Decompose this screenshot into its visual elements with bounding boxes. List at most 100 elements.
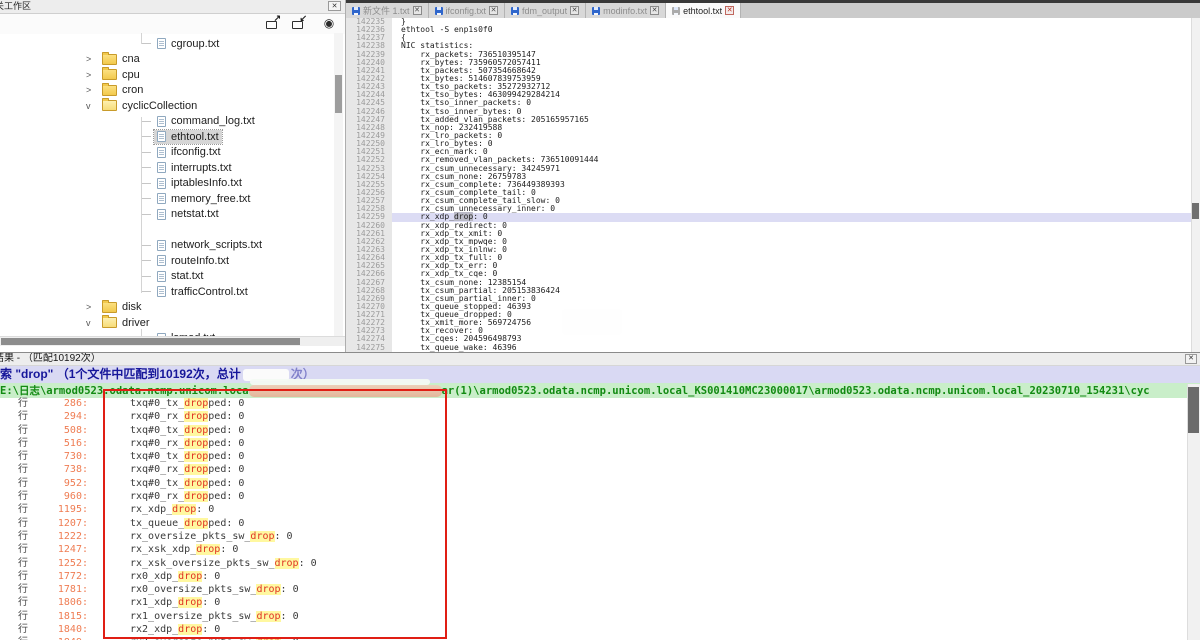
- result-row[interactable]: 行 1222: rx_oversize_pkts_sw_drop: 0: [0, 530, 1186, 543]
- row-line-prefix: 行: [18, 424, 32, 437]
- result-row[interactable]: 行 960: rxq#0_rx_dropped: 0: [0, 490, 1186, 503]
- tree-item[interactable]: iptablesInfo.txt: [0, 176, 333, 192]
- document-tab[interactable]: fdm_output ✕: [505, 3, 586, 18]
- row-line-prefix: 行: [18, 410, 32, 423]
- result-row[interactable]: 行 952: txq#0_tx_dropped: 0: [0, 477, 1186, 490]
- workspace-close-icon[interactable]: ✕: [328, 1, 341, 11]
- row-line-prefix: 行: [18, 490, 32, 503]
- result-row[interactable]: 行 516: rxq#0_rx_dropped: 0: [0, 437, 1186, 450]
- tree-item-body[interactable]: ifconfig.txt: [154, 145, 224, 159]
- editor-vertical-scrollbar-thumb[interactable]: [1192, 203, 1199, 219]
- tree-item-body[interactable]: netstat.txt: [154, 207, 222, 221]
- tree-item[interactable]: netstat.txt: [0, 207, 333, 223]
- document-tab[interactable]: ifconfig.txt ✕: [429, 3, 506, 18]
- code-editor[interactable]: 142235 } 142236 ethtool -S enp1s0f0 1422…: [346, 18, 1191, 352]
- file-icon: [157, 147, 166, 158]
- result-row[interactable]: 行 1815: rx1_oversize_pkts_sw_drop: 0: [0, 610, 1186, 623]
- editor-vertical-scrollbar[interactable]: [1191, 18, 1200, 352]
- tree-item[interactable]: stat.txt: [0, 269, 333, 285]
- chevron-icon[interactable]: v: [86, 318, 99, 328]
- tree-item[interactable]: v driver: [0, 315, 333, 331]
- tree-item[interactable]: v cyclicCollection: [0, 98, 333, 114]
- chevron-icon[interactable]: >: [86, 70, 99, 80]
- tab-close-icon[interactable]: ✕: [413, 6, 422, 15]
- tree-item[interactable]: interrupts.txt: [0, 160, 333, 176]
- chevron-icon[interactable]: >: [86, 54, 99, 64]
- result-row[interactable]: 行 1207: tx_queue_dropped: 0: [0, 517, 1186, 530]
- result-row[interactable]: 行 1806: rx1_xdp_drop: 0: [0, 596, 1186, 609]
- tab-close-icon[interactable]: ✕: [725, 6, 734, 15]
- tree-item-body[interactable]: command_log.txt: [154, 114, 258, 128]
- tree-item-body[interactable]: cyclicCollection: [99, 99, 200, 113]
- tree-item-body[interactable]: memory_free.txt: [154, 192, 253, 206]
- tree-item-body[interactable]: driver: [99, 316, 153, 330]
- search-summary-line[interactable]: 索 "drop" （1个文件中匹配到10192次，总计次）: [0, 366, 1200, 383]
- tab-close-icon[interactable]: ✕: [570, 6, 579, 15]
- tree-item-body[interactable]: iptablesInfo.txt: [154, 176, 245, 190]
- tree-item[interactable]: cgroup.txt: [0, 36, 333, 52]
- tree-item-body[interactable]: cron: [99, 83, 146, 97]
- tree-item-body[interactable]: stat.txt: [154, 269, 206, 283]
- result-row[interactable]: 行 508: txq#0_tx_dropped: 0: [0, 424, 1186, 437]
- result-row[interactable]: 行 738: rxq#0_rx_dropped: 0: [0, 463, 1186, 476]
- result-row[interactable]: 行 294: rxq#0_rx_dropped: 0: [0, 410, 1186, 423]
- tree-item-body[interactable]: network_scripts.txt: [154, 238, 265, 252]
- tree-item[interactable]: > cpu: [0, 67, 333, 83]
- tree-item[interactable]: routeInfo.txt: [0, 253, 333, 269]
- tab-bar: 新文件 1.txt ✕ ifconfig.txt ✕ fdm_output ✕ …: [346, 3, 1200, 18]
- tree-item[interactable]: > cron: [0, 83, 333, 99]
- result-row[interactable]: 行 1195: rx_xdp_drop: 0: [0, 503, 1186, 516]
- file-icon: [157, 116, 166, 127]
- chevron-icon[interactable]: v: [86, 101, 99, 111]
- document-tab[interactable]: 新文件 1.txt ✕: [346, 3, 429, 18]
- tree-item-body[interactable]: cgroup.txt: [154, 37, 222, 51]
- results-close-icon[interactable]: ✕: [1185, 354, 1197, 364]
- result-row[interactable]: 行 1840: rx2_xdp_drop: 0: [0, 623, 1186, 636]
- row-line-prefix: 行: [18, 463, 32, 476]
- result-row[interactable]: 行 286: txq#0_tx_dropped: 0: [0, 397, 1186, 410]
- result-row[interactable]: 行 1849: rx2_oversize_pkts_sw_drop: 0: [0, 636, 1186, 640]
- tree-vertical-scrollbar-thumb[interactable]: [335, 75, 342, 113]
- tree-item[interactable]: trafficControl.txt: [0, 284, 333, 300]
- tree-item[interactable]: [0, 222, 333, 238]
- result-row[interactable]: 行 1252: rx_xsk_oversize_pkts_sw_drop: 0: [0, 557, 1186, 570]
- tree-item[interactable]: network_scripts.txt: [0, 238, 333, 254]
- tree-item-body[interactable]: cna: [99, 52, 143, 66]
- collapse-all-icon[interactable]: ↙: [291, 17, 307, 30]
- results-vertical-scrollbar-thumb[interactable]: [1188, 387, 1199, 433]
- row-text-post: ped: 0: [208, 398, 244, 409]
- tab-close-icon[interactable]: ✕: [489, 6, 498, 15]
- chevron-icon[interactable]: >: [86, 85, 99, 95]
- code-text: tx_queue_wake: 46396: [392, 344, 1191, 352]
- tree-item-body[interactable]: cpu: [99, 68, 143, 82]
- tree-item[interactable]: ethtool.txt: [0, 129, 333, 145]
- chevron-icon[interactable]: >: [86, 302, 99, 312]
- tree-item[interactable]: > cna: [0, 52, 333, 68]
- row-line-prefix: 行: [18, 636, 32, 640]
- floppy-disk-icon: [511, 7, 519, 15]
- result-row[interactable]: 行 730: txq#0_tx_dropped: 0: [0, 450, 1186, 463]
- folder-icon: [102, 69, 117, 80]
- tree-item-body[interactable]: ethtool.txt: [154, 130, 222, 144]
- expand-all-icon[interactable]: ↗: [265, 17, 281, 30]
- tree-item-body[interactable]: disk: [99, 300, 145, 314]
- document-tab[interactable]: modinfo.txt ✕: [586, 3, 666, 18]
- document-tab[interactable]: ethtool.txt ✕: [666, 3, 741, 18]
- result-row[interactable]: 行 1781: rx0_oversize_pkts_sw_drop: 0: [0, 583, 1186, 596]
- tree-item[interactable]: > disk: [0, 300, 333, 316]
- tree-horizontal-scrollbar-thumb[interactable]: [1, 338, 300, 345]
- result-row[interactable]: 行 1247: rx_xsk_xdp_drop: 0: [0, 543, 1186, 556]
- tree-item-label: driver: [122, 317, 150, 329]
- tree-item[interactable]: memory_free.txt: [0, 191, 333, 207]
- result-row[interactable]: 行 1772: rx0_xdp_drop: 0: [0, 570, 1186, 583]
- tree-item[interactable]: ifconfig.txt: [0, 145, 333, 161]
- tree-item[interactable]: command_log.txt: [0, 114, 333, 130]
- tree-item-body[interactable]: trafficControl.txt: [154, 285, 251, 299]
- tab-close-icon[interactable]: ✕: [650, 6, 659, 15]
- result-file-path-line[interactable]: E:\日志\armod0523.odata.ncmp.unicom.locaar…: [0, 383, 1200, 398]
- row-text-post: : 0: [220, 544, 238, 555]
- tree-item-body[interactable]: interrupts.txt: [154, 161, 235, 175]
- tree-item-body[interactable]: routeInfo.txt: [154, 254, 232, 268]
- locate-file-icon[interactable]: ◉: [321, 17, 337, 30]
- code-text: rx_xdp_redirect: 0: [392, 222, 1191, 230]
